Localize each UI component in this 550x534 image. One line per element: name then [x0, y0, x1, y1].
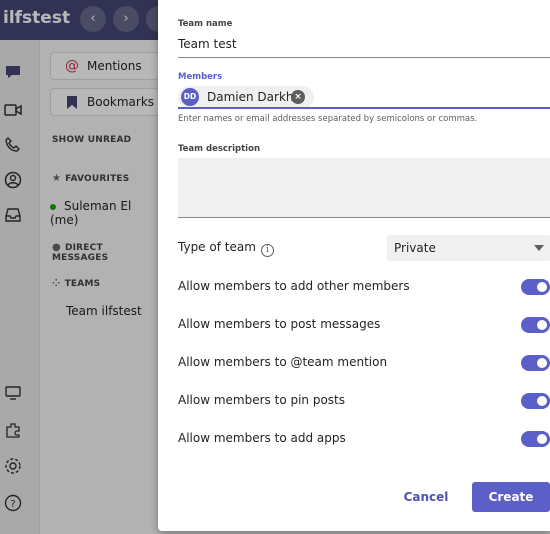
permission-toggle-add-apps[interactable] [521, 431, 550, 447]
permission-toggle-add-members[interactable] [521, 279, 550, 295]
team-type-label: Type of team i [178, 240, 274, 257]
member-chip[interactable]: DD Damien Darkh × [178, 86, 314, 108]
toggle-knob [537, 320, 547, 330]
team-name-label: Team name [178, 19, 233, 29]
members-label: Members [178, 72, 223, 82]
toggle-knob [537, 282, 547, 292]
chevron-down-icon [534, 245, 544, 251]
member-name: Damien Darkh [207, 90, 294, 104]
team-name-input[interactable]: Team test [178, 37, 237, 51]
permission-label: Allow members to add apps [178, 431, 346, 445]
create-button[interactable]: Create [472, 482, 550, 512]
permission-toggle-team-mention[interactable] [521, 355, 550, 371]
permission-label: Allow members to add other members [178, 279, 410, 293]
permission-label: Allow members to @team mention [178, 355, 388, 369]
cancel-button[interactable]: Cancel [394, 483, 458, 511]
info-icon[interactable]: i [260, 244, 274, 257]
avatar: DD [181, 88, 199, 106]
toggle-knob [537, 358, 547, 368]
team-name-underline [178, 57, 550, 58]
permission-label: Allow members to pin posts [178, 393, 346, 407]
remove-member-icon[interactable]: × [291, 90, 305, 104]
description-textarea[interactable] [178, 158, 550, 218]
permission-label: Allow members to post messages [178, 317, 381, 331]
members-hint: Enter names or email addresses separated… [178, 114, 478, 124]
description-label: Team description [178, 144, 260, 154]
toggle-knob [537, 396, 547, 406]
create-team-dialog: Team name Team test Members DD Damien Da… [158, 0, 550, 531]
team-type-text: Type of team [178, 240, 256, 254]
permission-toggle-post-messages[interactable] [521, 317, 550, 333]
permission-toggle-pin-posts[interactable] [521, 393, 550, 409]
toggle-knob [537, 434, 547, 444]
members-input[interactable] [178, 107, 550, 109]
team-type-select[interactable]: Private [387, 235, 550, 261]
team-type-value: Private [394, 241, 436, 255]
